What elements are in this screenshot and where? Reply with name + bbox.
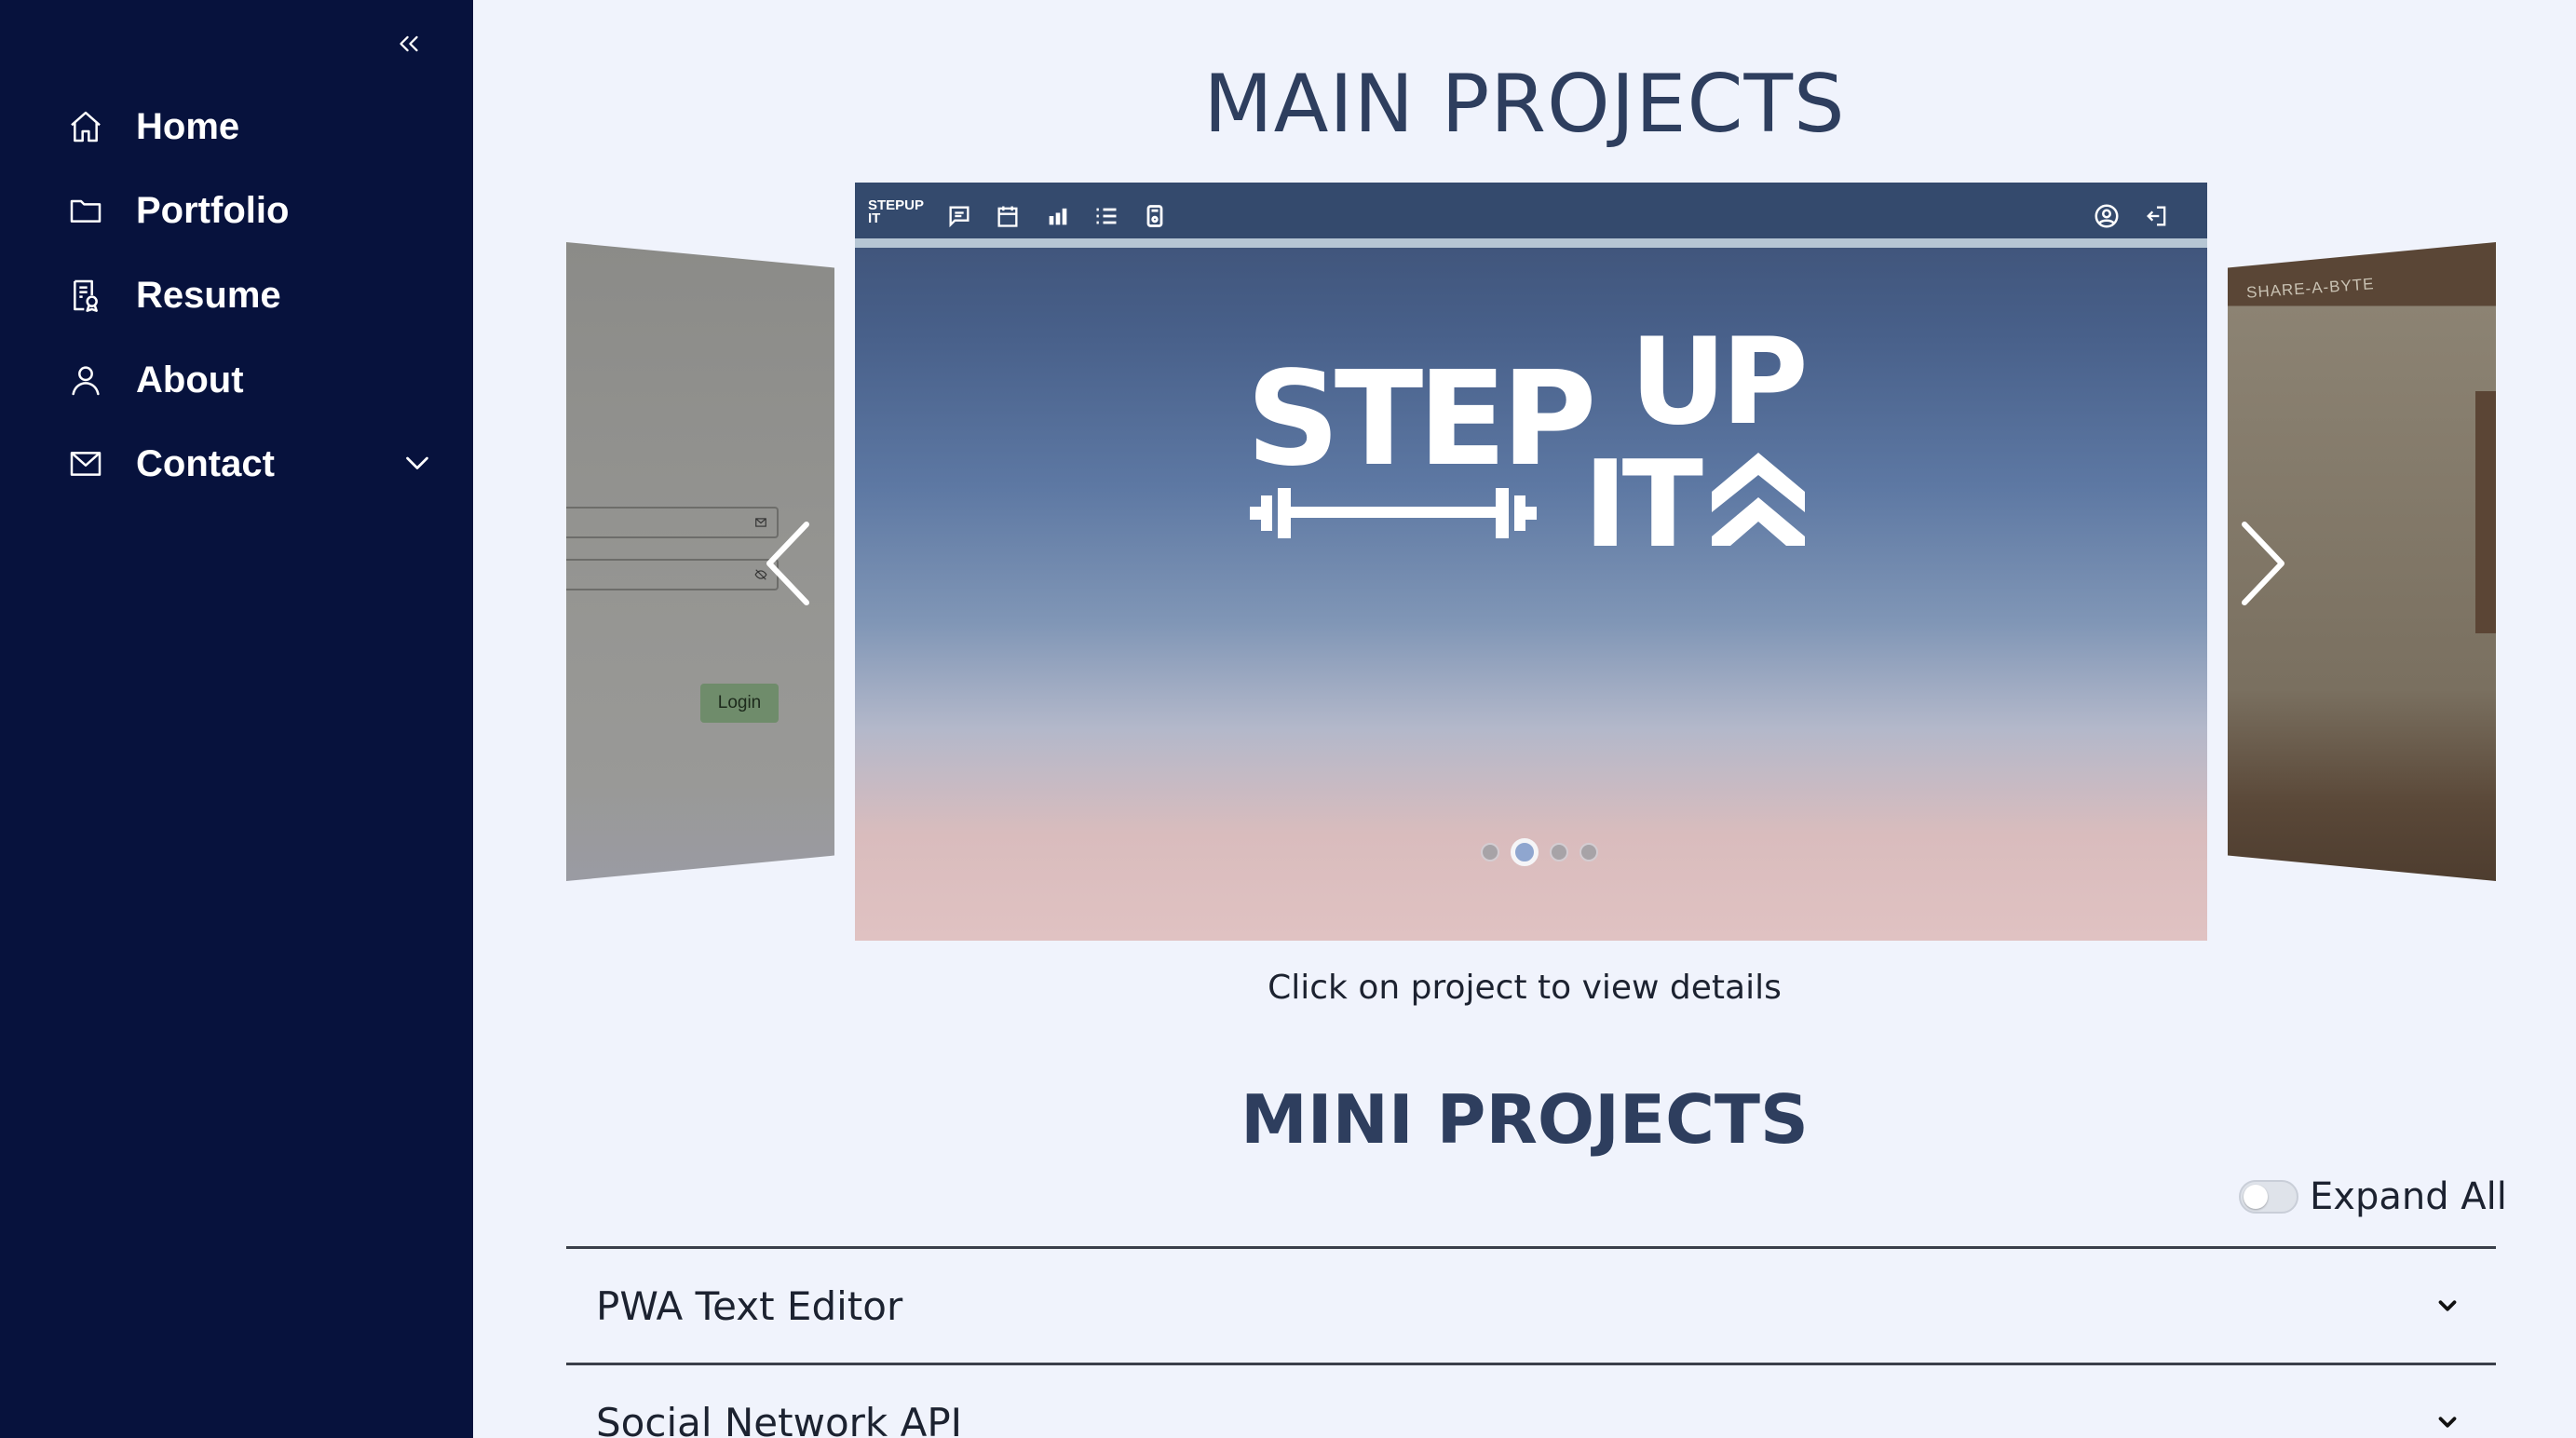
chevron-down-icon [2429, 1404, 2466, 1438]
logo-text-up: UP [1630, 313, 1804, 452]
calendar-icon [991, 199, 1024, 233]
user-icon [65, 360, 106, 400]
chevron-down-icon [2429, 1287, 2466, 1324]
share-a-byte-logo: SHARE-A-BYTE [2245, 275, 2376, 302]
sidebar-item-about[interactable]: About [65, 347, 438, 413]
list-icon [1090, 199, 1123, 233]
sidebar-item-label: Resume [136, 274, 281, 316]
carousel-slide-active[interactable]: STEPUP IT STEP UP IT [855, 183, 2207, 941]
double-chevron-left-icon [400, 35, 418, 52]
carousel-caption: Click on project to view details [1268, 969, 1782, 1007]
decorative-bar [2475, 391, 2496, 633]
mini-projects-accordion: PWA Text Editor Social Network API [566, 1246, 2496, 1438]
expand-all-toggle[interactable]: Expand All [2239, 1175, 2507, 1218]
accordion-item-social-network-api[interactable]: Social Network API [566, 1365, 2496, 1438]
double-chevron-up-icon [1712, 453, 1805, 546]
carousel-prev-button[interactable] [751, 512, 825, 615]
logout-icon [2140, 199, 2174, 233]
device-icon [1138, 199, 1172, 233]
app-topbar-preview: STEPUP IT [855, 183, 2207, 248]
accordion-label: PWA Text Editor [596, 1282, 903, 1329]
sidebar-item-label: Home [136, 105, 240, 147]
barbell-icon [1250, 488, 1537, 538]
sidebar-item-label: Contact [136, 442, 275, 484]
mail-icon [65, 443, 106, 484]
resume-icon [65, 275, 106, 316]
carousel-dot[interactable] [1579, 843, 1598, 861]
sidebar: Home Portfolio Resume About Contact [0, 0, 473, 1438]
carousel-indicators [1481, 838, 1598, 866]
sidebar-item-home[interactable]: Home [65, 94, 438, 159]
home-icon [65, 106, 106, 147]
sidebar-item-label: Portfolio [136, 189, 290, 231]
bar-chart-icon [1041, 199, 1075, 233]
expand-all-label: Expand All [2310, 1175, 2507, 1218]
toggle-knob [2244, 1185, 2268, 1209]
sidebar-item-label: About [136, 359, 244, 400]
folder-icon [65, 190, 106, 231]
projects-carousel: Login SHARE-A-BYTE STEPUP IT STEP UP IT [566, 177, 2496, 950]
account-icon [2090, 199, 2123, 233]
logo-text-it: IT [1583, 436, 1703, 555]
carousel-next-button[interactable] [2226, 512, 2300, 615]
carousel-dot[interactable] [1550, 843, 1568, 861]
toggle-switch[interactable] [2239, 1180, 2298, 1214]
login-button-preview: Login [700, 684, 779, 723]
page-title: MAIN PROJECTS [1203, 58, 1846, 151]
chevron-right-icon [2242, 522, 2285, 605]
carousel-dot-active[interactable] [1511, 838, 1539, 866]
topbar-logo: STEPUP IT [868, 197, 925, 226]
collapse-sidebar-button[interactable] [386, 20, 432, 67]
chevron-left-icon [766, 522, 809, 605]
sidebar-item-resume[interactable]: Resume [65, 263, 438, 328]
chat-icon [942, 199, 976, 233]
accordion-label: Social Network API [596, 1399, 963, 1438]
email-field-preview [566, 507, 779, 538]
password-field-preview [566, 559, 779, 590]
stepup-it-logo: STEP UP IT [1246, 313, 1833, 575]
logo-text-step: STEP [1246, 344, 1592, 495]
accordion-item-pwa-text-editor[interactable]: PWA Text Editor [566, 1249, 2496, 1365]
carousel-dot[interactable] [1481, 843, 1499, 861]
sidebar-item-contact[interactable]: Contact [65, 431, 438, 496]
chevron-down-icon[interactable] [397, 443, 438, 484]
sidebar-item-portfolio[interactable]: Portfolio [65, 178, 438, 243]
section-title: MINI PROJECTS [1241, 1080, 1809, 1159]
